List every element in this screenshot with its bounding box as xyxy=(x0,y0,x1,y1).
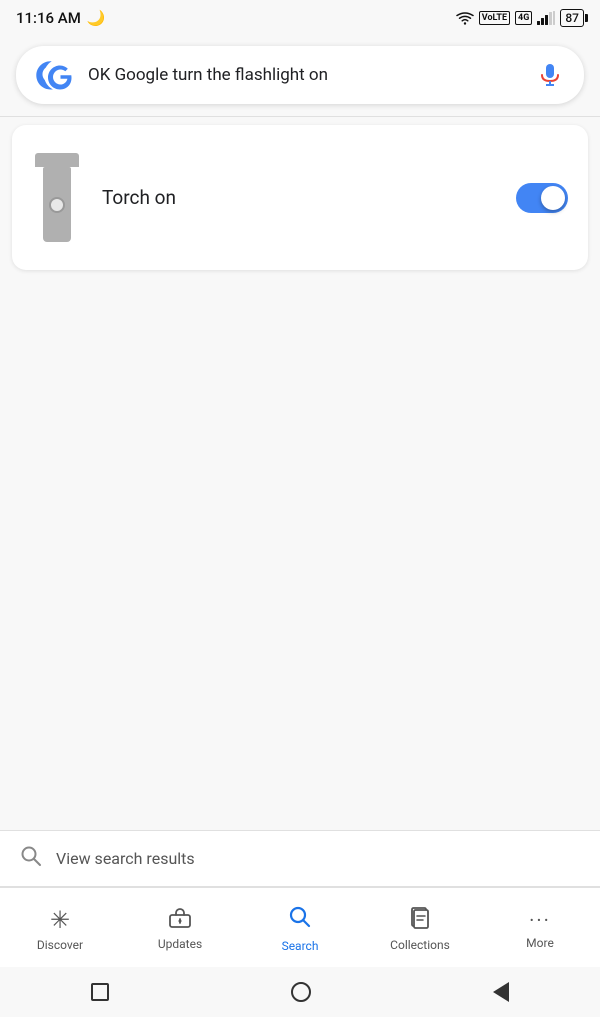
battery-indicator: 87 xyxy=(560,9,584,27)
status-bar: 11:16 AM 🌙 VoLTE 4G 87 xyxy=(0,0,600,36)
nav-item-updates[interactable]: Updates xyxy=(120,907,240,951)
discover-icon: ✳ xyxy=(50,906,70,934)
signal-icon xyxy=(537,11,555,25)
nav-label-discover: Discover xyxy=(37,938,83,952)
nav-label-search: Search xyxy=(282,939,319,953)
back-icon xyxy=(493,982,509,1002)
status-icons: VoLTE 4G 87 xyxy=(456,9,584,27)
nav-label-collections: Collections xyxy=(390,938,450,952)
search-nav-icon xyxy=(288,905,312,935)
nav-item-more[interactable]: ··· More xyxy=(480,908,600,950)
system-nav-bar xyxy=(0,967,600,1017)
nav-item-collections[interactable]: Collections xyxy=(360,906,480,952)
back-button[interactable] xyxy=(493,982,509,1002)
time-text: 11:16 AM xyxy=(16,9,81,27)
nav-label-more: More xyxy=(526,936,554,950)
flashlight-body xyxy=(43,167,71,242)
collections-icon xyxy=(409,906,431,934)
nav-item-discover[interactable]: ✳ Discover xyxy=(0,906,120,952)
torch-toggle[interactable] xyxy=(516,183,568,213)
more-icon: ··· xyxy=(529,908,551,932)
flashlight-head xyxy=(35,153,79,167)
search-bar[interactable]: OK Google turn the flashlight on xyxy=(16,46,584,104)
mic-icon xyxy=(536,61,564,89)
home-button[interactable] xyxy=(291,982,311,1002)
bottom-nav: ✳ Discover Updates Search xyxy=(0,887,600,967)
torch-card: Torch on xyxy=(12,125,588,270)
nav-item-search[interactable]: Search xyxy=(240,905,360,953)
battery-level: 87 xyxy=(565,11,579,25)
4g-icon: 4G xyxy=(515,11,532,25)
status-time: 11:16 AM 🌙 xyxy=(16,9,106,27)
torch-label: Torch on xyxy=(102,186,496,209)
recents-icon xyxy=(91,983,109,1001)
flashlight-lens xyxy=(49,197,65,213)
view-search-text: View search results xyxy=(56,849,195,868)
search-result-icon xyxy=(20,845,42,872)
view-search-results[interactable]: View search results xyxy=(0,830,600,887)
home-icon xyxy=(291,982,311,1002)
search-query-text: OK Google turn the flashlight on xyxy=(88,64,522,86)
search-divider xyxy=(0,116,600,117)
volte-icon: VoLTE xyxy=(479,11,510,25)
moon-icon: 🌙 xyxy=(87,9,106,27)
google-g-logo xyxy=(42,57,78,93)
nav-label-updates: Updates xyxy=(158,937,202,951)
recents-button[interactable] xyxy=(91,983,109,1001)
mic-button[interactable] xyxy=(532,57,568,93)
wifi-icon xyxy=(456,11,474,25)
flashlight-icon xyxy=(32,153,82,242)
search-bar-container: OK Google turn the flashlight on xyxy=(0,36,600,116)
updates-icon xyxy=(168,907,192,933)
